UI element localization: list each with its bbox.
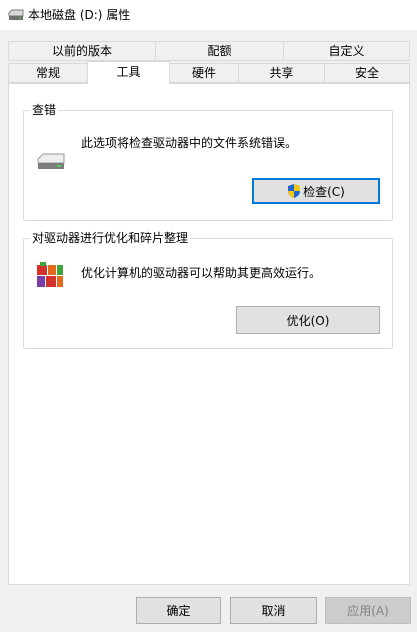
error-check-description: 此选项将检查驱动器中的文件系统错误。	[81, 136, 298, 150]
tab-previous-versions[interactable]: 以前的版本	[8, 41, 156, 61]
ok-button[interactable]: 确定	[136, 597, 221, 624]
cancel-button[interactable]: 取消	[230, 597, 317, 624]
tab-general[interactable]: 常规	[8, 63, 88, 83]
error-check-group: 查错 此选项将检查驱动器中的文件系统错误。 检查(C)	[23, 102, 393, 221]
tools-tab-panel: 查错 此选项将检查驱动器中的文件系统错误。 检查(C) 对驱动器进行优化和碎片整…	[8, 83, 410, 585]
apply-button-label: 应用(A)	[347, 604, 389, 618]
tab-customize[interactable]: 自定义	[283, 41, 410, 61]
window-title: 本地磁盘 (D:) 属性	[28, 8, 131, 22]
optimize-group: 对驱动器进行优化和碎片整理 优化计算机的驱动器可以帮助其更高效运行。 优化(O)	[23, 230, 393, 349]
cancel-button-label: 取消	[261, 604, 286, 618]
optimize-title: 对驱动器进行优化和碎片整理	[30, 230, 191, 246]
optimize-button-label: 优化(O)	[286, 313, 330, 328]
tab-quota[interactable]: 配额	[155, 41, 284, 61]
tab-sharing[interactable]: 共享	[238, 63, 325, 83]
tab-tools[interactable]: 工具	[87, 61, 170, 84]
uac-shield-icon	[288, 184, 301, 198]
optimize-button[interactable]: 优化(O)	[236, 306, 380, 334]
title-bar: 本地磁盘 (D:) 属性	[0, 0, 417, 30]
drive-icon	[8, 9, 24, 20]
apply-button[interactable]: 应用(A)	[325, 597, 411, 624]
ok-button-label: 确定	[166, 604, 191, 618]
defrag-icon	[37, 262, 63, 287]
tab-hardware[interactable]: 硬件	[169, 63, 239, 83]
hard-drive-icon	[37, 153, 65, 169]
error-check-title: 查错	[30, 102, 59, 118]
optimize-description: 优化计算机的驱动器可以帮助其更高效运行。	[81, 266, 322, 280]
check-button-label: 检查(C)	[303, 184, 345, 199]
check-button[interactable]: 检查(C)	[252, 178, 380, 204]
tab-security[interactable]: 安全	[324, 63, 410, 83]
